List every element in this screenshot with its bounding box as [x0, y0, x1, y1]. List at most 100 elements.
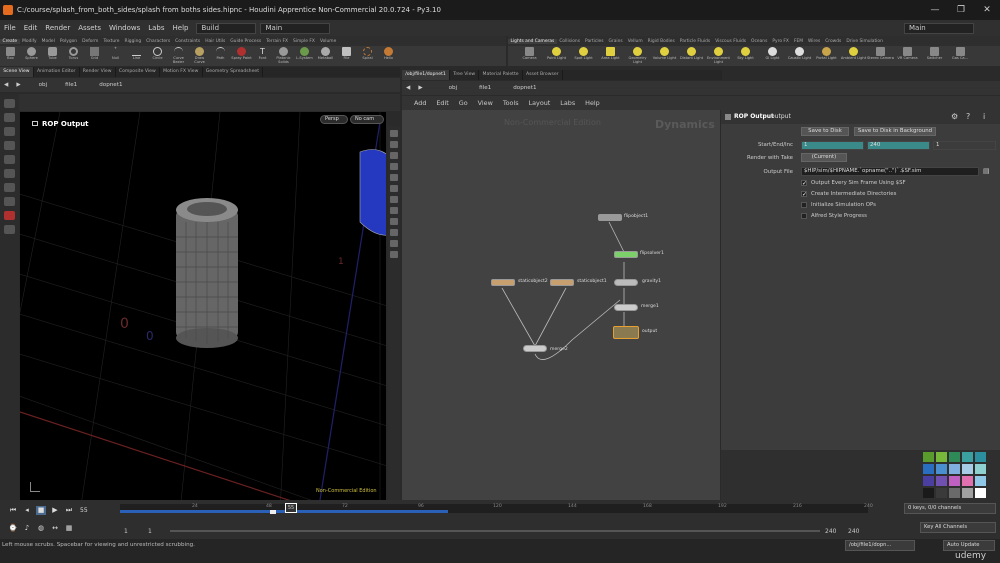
range-end2[interactable]: 240	[825, 528, 836, 535]
tool-file[interactable]: File	[336, 46, 357, 66]
shelf-tab-collisions[interactable]: Collisions	[557, 39, 583, 44]
range-start2[interactable]: 1	[148, 528, 152, 535]
shelf-tab-drive-simulation[interactable]: Drive Simulation	[844, 39, 886, 44]
shelf-tab-model[interactable]: Model	[39, 39, 57, 44]
lock-icon[interactable]	[390, 141, 398, 148]
forward-icon[interactable]: ▶	[12, 82, 24, 88]
tool-volume-light[interactable]: Volume Light	[651, 46, 678, 66]
snapshot-icon[interactable]	[390, 207, 398, 214]
output-every-frame-checkbox[interactable]: ✓	[801, 180, 807, 187]
tool-distant-light[interactable]: Distant Light	[678, 46, 705, 66]
jump-start-icon[interactable]: ⏮	[8, 506, 18, 515]
tab-tree-view[interactable]: Tree View	[450, 70, 480, 80]
color-swatch[interactable]	[923, 488, 934, 498]
color-swatch[interactable]	[936, 488, 947, 498]
build-desktop-dropdown[interactable]: Build	[196, 22, 257, 34]
shelf-tab-crowds[interactable]: Crowds	[823, 39, 844, 44]
shelf-tab-hair-utils[interactable]: Hair Utils	[203, 39, 228, 44]
shelf-tab-modify[interactable]: Modify	[20, 39, 40, 44]
inc-field[interactable]: 1	[933, 141, 996, 150]
color-swatch[interactable]	[949, 452, 960, 462]
shelf-tab-grains[interactable]: Grains	[606, 39, 625, 44]
tool-metaball[interactable]: Metaball	[315, 46, 336, 66]
shelf-tab-volume[interactable]: Volume	[317, 39, 338, 44]
path-obj[interactable]: obj	[427, 85, 466, 91]
tool-line[interactable]: Line	[126, 46, 147, 66]
select-tool-icon[interactable]	[4, 99, 15, 108]
tab-motion-fx-view[interactable]: Motion FX View	[160, 67, 203, 77]
shelf-tab-rigid-bodies[interactable]: Rigid Bodies	[645, 39, 677, 44]
node-merge2[interactable]	[523, 345, 547, 352]
color-swatch[interactable]	[949, 488, 960, 498]
tab-animation-editor[interactable]: Animation Editor	[34, 67, 80, 77]
color-swatch[interactable]	[975, 488, 986, 498]
shelf-tab-polygon[interactable]: Polygon	[57, 39, 79, 44]
frame-marker[interactable]: 55	[285, 503, 297, 513]
color-swatch[interactable]	[962, 464, 973, 474]
jump-end-icon[interactable]: ⏭	[64, 506, 74, 515]
range-icon[interactable]: ↔	[50, 524, 60, 533]
menu-go[interactable]: Go	[454, 99, 473, 107]
menu-assets[interactable]: Assets	[74, 24, 105, 32]
audio-icon[interactable]: ♪	[22, 524, 32, 533]
shelf-tab-particles[interactable]: Particles	[583, 39, 607, 44]
help-icon[interactable]: ?	[966, 112, 970, 121]
node-output[interactable]	[613, 326, 639, 339]
shelf-tab-characters[interactable]: Characters	[144, 39, 173, 44]
tool-curve-bezier[interactable]: Curve Bezier	[168, 46, 189, 66]
color-swatch[interactable]	[923, 452, 934, 462]
grid-toggle-icon[interactable]	[390, 240, 398, 247]
color-swatch[interactable]	[962, 488, 973, 498]
tool-sphere[interactable]: Sphere	[21, 46, 42, 66]
color-swatch[interactable]	[923, 464, 934, 474]
move-tool-icon[interactable]	[4, 113, 15, 122]
node-flipsolver1[interactable]	[614, 251, 638, 258]
shelf-tab-simple-fx[interactable]: Simple FX	[291, 39, 318, 44]
shelf-tab-oceans[interactable]: Oceans	[749, 39, 770, 44]
color-swatch[interactable]	[936, 476, 947, 486]
tool-l-system[interactable]: L-System	[294, 46, 315, 66]
node-gravity1[interactable]	[614, 279, 638, 286]
color-swatch[interactable]	[975, 452, 986, 462]
tool-platonic-solids[interactable]: Platonic Solids	[273, 46, 294, 66]
tool-gas-camera[interactable]: Gas Ca...	[948, 46, 972, 66]
shelf-tab-viscous-fluids[interactable]: Viscous Fluids	[713, 39, 749, 44]
node-flipobject1[interactable]	[598, 214, 622, 221]
camera-dropdown[interactable]: No cam	[350, 115, 384, 124]
menu-tools[interactable]: Tools	[498, 99, 524, 107]
color-swatch[interactable]	[923, 476, 934, 486]
color-swatch[interactable]	[975, 476, 986, 486]
tab-material-palette[interactable]: Material Palette	[479, 70, 523, 80]
path-file1[interactable]: file1	[55, 82, 85, 88]
info-icon[interactable]: i	[983, 112, 985, 121]
tool-stereo-camera[interactable]: Stereo Camera	[867, 46, 894, 66]
key-filter-icon[interactable]: ▦	[64, 524, 74, 533]
step-back-icon[interactable]: ◂	[22, 506, 32, 515]
back-icon[interactable]: ◀	[402, 85, 414, 91]
range-end[interactable]: 240	[848, 528, 859, 535]
maximize-button[interactable]: ❐	[948, 0, 974, 20]
tab-geometry-spreadsheet[interactable]: Geometry Spreadsheet	[203, 67, 264, 77]
tool-ambient-light[interactable]: Ambient Light	[840, 46, 867, 66]
tab-composite-view[interactable]: Composite View	[116, 67, 160, 77]
menu-labs[interactable]: Labs	[555, 99, 580, 107]
color-swatch[interactable]	[975, 464, 986, 474]
color-swatch[interactable]	[936, 464, 947, 474]
handles-icon[interactable]	[390, 251, 398, 258]
snap-tool-icon[interactable]	[4, 225, 15, 234]
menu-edit[interactable]: Edit	[20, 24, 42, 32]
shelf-tab-vellum[interactable]: Vellum	[625, 39, 645, 44]
flipbook-icon[interactable]	[390, 229, 398, 236]
path-obj[interactable]: obj	[25, 82, 56, 88]
color-swatch[interactable]	[962, 452, 973, 462]
ghost-icon[interactable]	[390, 185, 398, 192]
handle-tool-icon[interactable]	[4, 155, 15, 164]
gear-icon[interactable]: ⚙	[951, 112, 958, 121]
tool-null[interactable]: + Null	[105, 46, 126, 66]
menu-render[interactable]: Render	[41, 24, 74, 32]
view-tool-icon[interactable]	[4, 169, 15, 178]
color-swatch[interactable]	[949, 476, 960, 486]
tool-gi-light[interactable]: GI Light	[759, 46, 786, 66]
start-field[interactable]: 1	[801, 141, 864, 150]
stop-icon[interactable]: ■	[36, 506, 46, 515]
